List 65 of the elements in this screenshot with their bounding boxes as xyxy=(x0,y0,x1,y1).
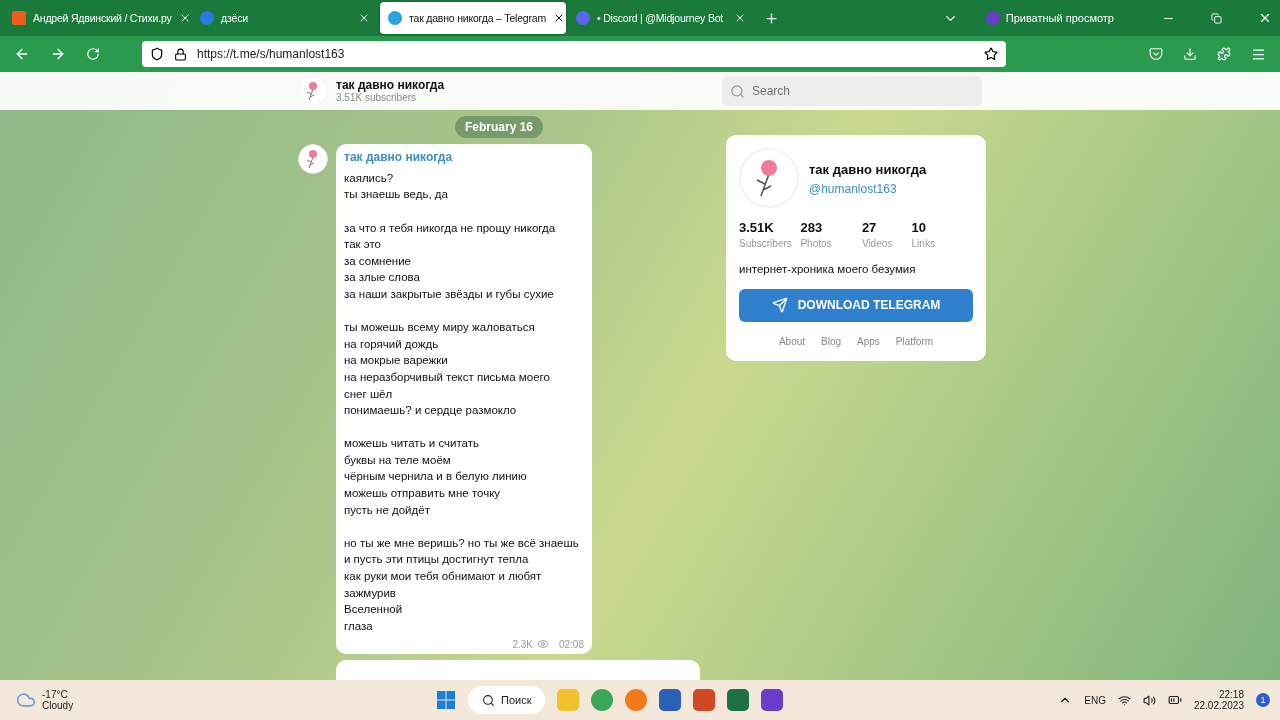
poem-line: чёрным чернила и в белую линию xyxy=(344,469,527,485)
clock-date[interactable]: 22.02.2023 xyxy=(1193,700,1244,711)
poem-line: можешь читать и считать xyxy=(344,436,480,452)
date-badge: February 16 xyxy=(454,115,543,138)
poem-line: каялись? xyxy=(344,170,394,186)
poem-line: и пусть эти птицы достигнут тепла xyxy=(344,552,529,568)
poem-line: на мокрые варежки xyxy=(344,353,448,369)
poem-line: так это xyxy=(344,237,381,253)
browser-tab[interactable]: Андрей Ядвинский / Стихи.ру xyxy=(4,2,190,34)
footer-link[interactable]: Platform xyxy=(895,335,934,347)
stat-label: Photos xyxy=(800,237,833,249)
subscriber-count: 3.51K subscribers xyxy=(336,92,418,104)
poem-line: буквы на теле моём xyxy=(344,452,451,468)
download-button[interactable]: DOWNLOAD TELEGRAM xyxy=(739,288,973,322)
poem-line: за сомнение xyxy=(344,253,411,269)
footer-link[interactable]: Apps xyxy=(857,335,880,347)
poem-line: глаза xyxy=(344,618,373,634)
poem-line: за что я тебя никогда не прощу никогда xyxy=(344,220,556,236)
tab-title: так давно никогда – Telegram xyxy=(409,12,546,24)
stat-value: 283 xyxy=(800,219,824,235)
poem-line: ты можешь всему миру жаловаться xyxy=(344,320,535,336)
poem-line: зажмурив xyxy=(344,585,396,601)
temperature: -17°C xyxy=(42,689,69,700)
stat-value: 3.51K xyxy=(739,219,775,235)
poem-line: понимаешь? и сердце размокло xyxy=(344,403,517,419)
poem-line: за злые слова xyxy=(344,270,420,286)
poem-line: можешь отправить мне точку xyxy=(344,486,501,502)
stat-label: Subscribers xyxy=(739,237,793,249)
stat-value: 27 xyxy=(861,219,878,235)
url-text: https://t.me/s/humanlost163 xyxy=(197,47,346,61)
poem-line: за наши закрытые звёзды и губы сухие xyxy=(344,286,554,302)
address-bar[interactable]: https://t.me/s/humanlost163 xyxy=(142,41,1006,67)
tab-title: Андрей Ядвинский / Стихи.ру xyxy=(33,12,172,24)
message-author: так давно никогда xyxy=(344,149,454,164)
browser-tab[interactable]: дзёси xyxy=(192,2,378,34)
channel-name: так давно никогда xyxy=(336,78,446,93)
notification-badge[interactable]: 1 xyxy=(1256,693,1270,707)
tab-title: дзёси xyxy=(221,12,249,24)
poem-line: как руки мои тебя обнимают и любят xyxy=(344,569,542,585)
tab-title: • Discord | @Midjourney Bot xyxy=(597,12,725,24)
private-label: Приватный просмотр xyxy=(1005,12,1114,24)
language-indicator[interactable]: ENG xyxy=(1084,694,1106,706)
channel-name: так давно никогда xyxy=(809,161,927,177)
poem-line: но ты же мне веришь? но ты же всё знаешь xyxy=(344,535,579,551)
channel-description: интернет-хроника моего безумия xyxy=(739,262,917,275)
footer-link[interactable]: Blog xyxy=(821,335,842,347)
poem-line: ты знаешь ведь, да xyxy=(344,187,448,203)
clock-time[interactable]: 22:18 xyxy=(1218,689,1244,700)
message-time: 02:08 xyxy=(558,638,584,650)
search-field[interactable]: Search xyxy=(722,75,982,106)
poem-line: снег шёл xyxy=(344,386,393,402)
browser-tab[interactable]: • Discord | @Midjourney Bot xyxy=(568,2,754,34)
view-count: 2.3K xyxy=(512,638,533,650)
footer-link[interactable]: About xyxy=(778,335,806,347)
poem-line: Вселенной xyxy=(344,602,403,618)
weather-text: Cloudy xyxy=(42,700,74,711)
poem-line: на неразборчивый текст письма моего xyxy=(344,369,550,385)
taskbar-search[interactable]: Поиск xyxy=(468,686,546,714)
stat-label: Links xyxy=(911,237,936,249)
poem-line: пусть не дойдёт xyxy=(344,502,430,518)
browser-tab[interactable]: так давно никогда – Telegram xyxy=(380,2,566,34)
poem-line: на горячий дождь xyxy=(344,336,439,352)
stat-label: Videos xyxy=(861,237,894,249)
stat-value: 10 xyxy=(911,219,928,235)
channel-handle[interactable]: @humanlost163 xyxy=(809,181,927,196)
